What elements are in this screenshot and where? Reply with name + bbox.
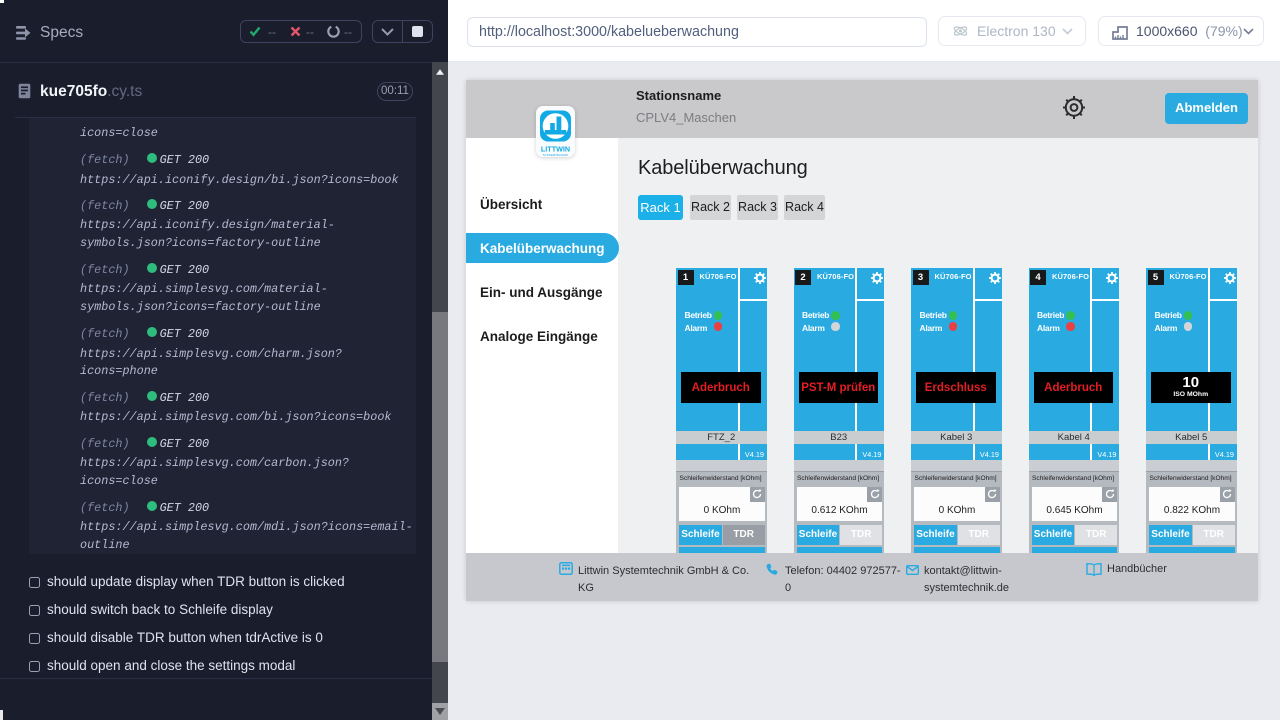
svg-text:SYSTEMTECHNIK: SYSTEMTECHNIK: [543, 153, 569, 157]
